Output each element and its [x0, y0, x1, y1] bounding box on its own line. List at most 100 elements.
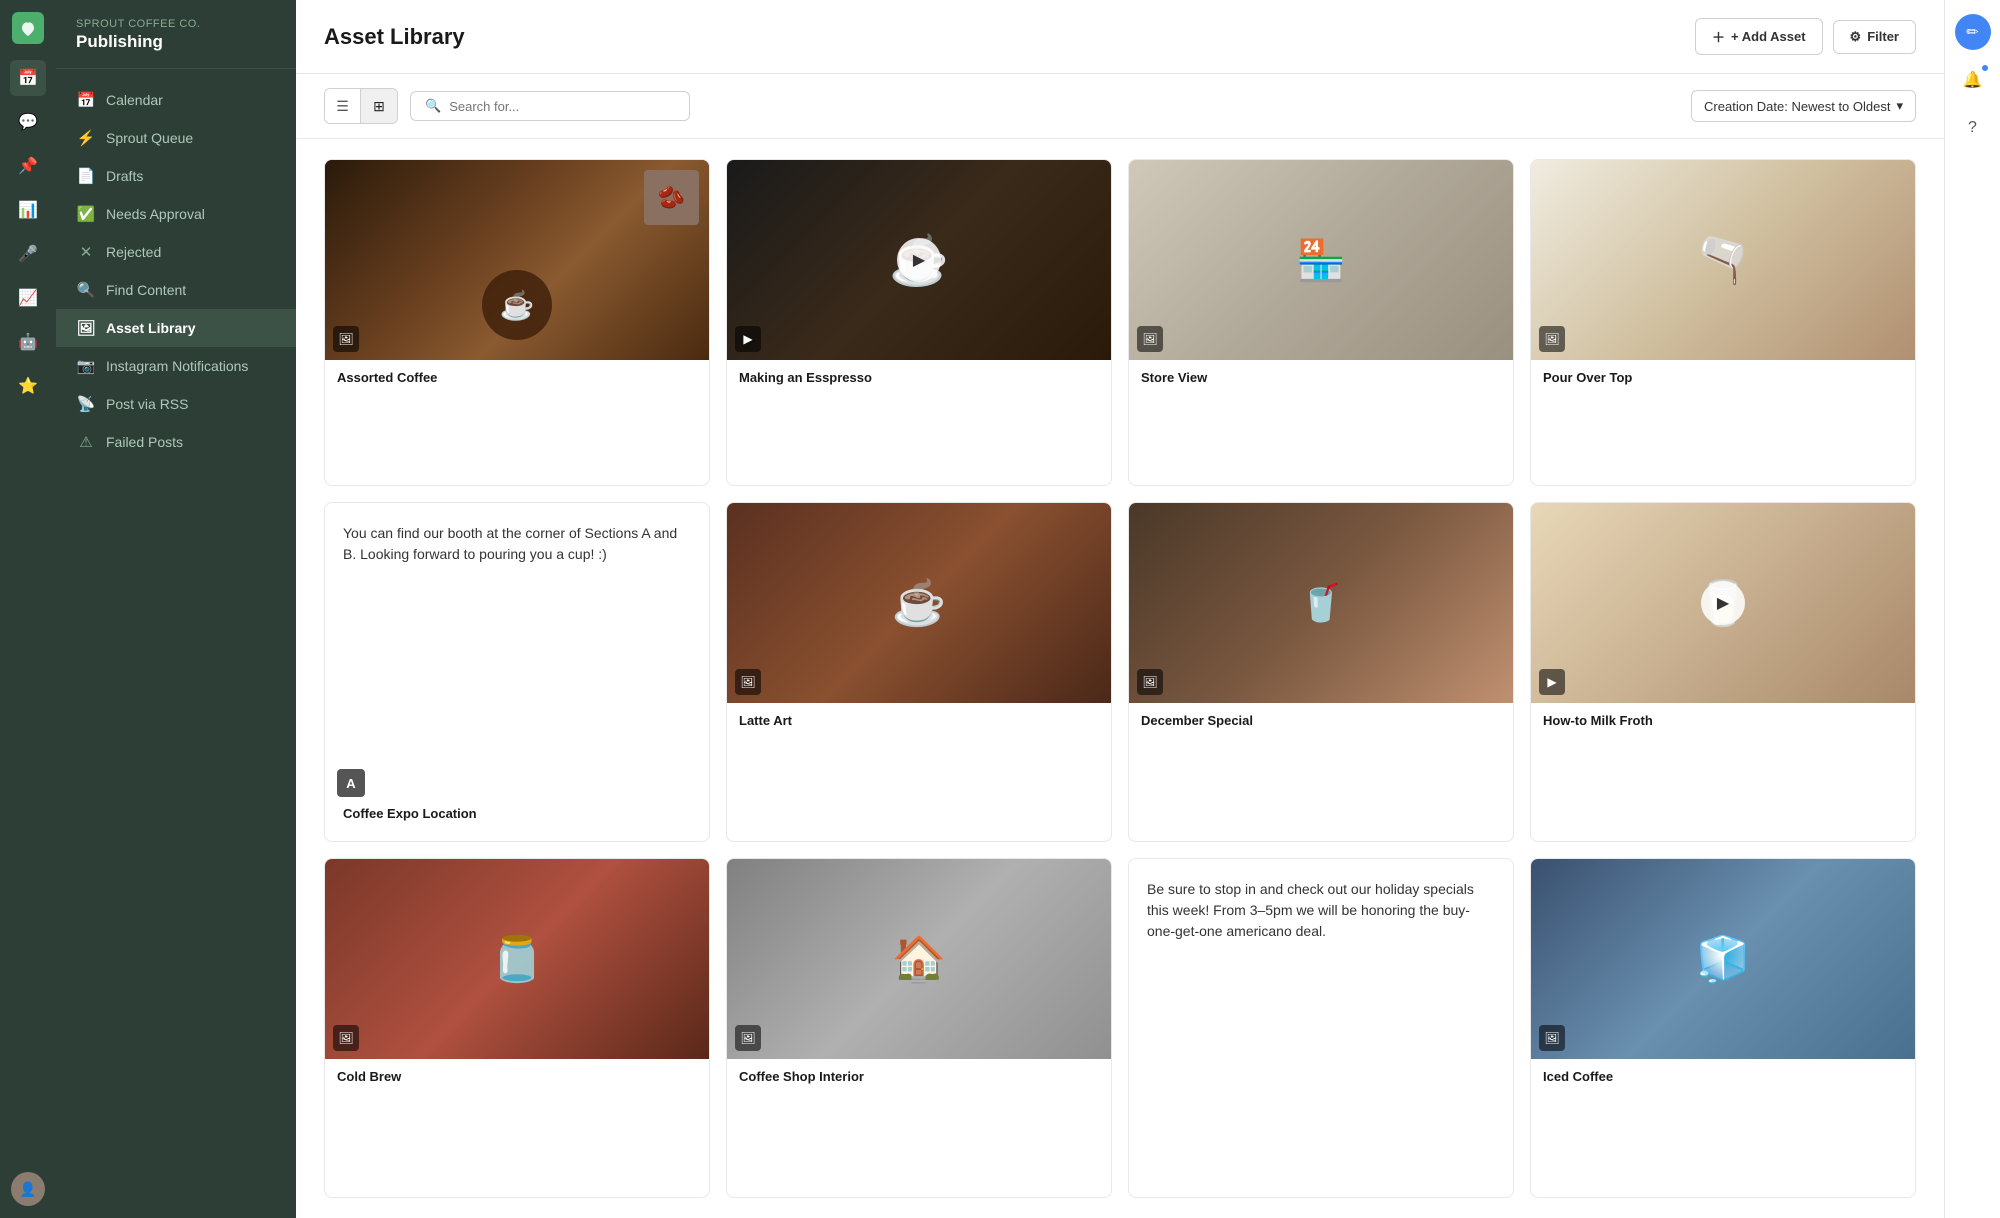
sidebar-item-label: Instagram Notifications — [106, 358, 248, 374]
find-content-icon: 🔍 — [76, 281, 96, 299]
sidebar-item-needs-approval[interactable]: ✅ Needs Approval — [56, 195, 296, 233]
approval-icon: ✅ — [76, 205, 96, 223]
nav-tasks-icon[interactable]: 📌 — [10, 148, 46, 184]
search-input[interactable] — [449, 99, 675, 114]
sidebar-item-drafts[interactable]: 📄 Drafts — [56, 157, 296, 195]
sidebar-item-instagram-notifications[interactable]: 📷 Instagram Notifications — [56, 347, 296, 385]
failed-icon: ⚠ — [76, 433, 96, 451]
asset-card[interactable]: 🫗 🖼 Pour Over Top — [1530, 159, 1916, 486]
image-type-icon: 🖼 — [333, 326, 359, 352]
main-content: Asset Library ＋ + Add Asset ⚙ Filter ☰ ⊞… — [296, 0, 1944, 1218]
asset-thumbnail: 🏠 🖼 — [727, 859, 1111, 1059]
search-box: 🔍 — [410, 91, 690, 121]
asset-thumbnail: 🥛 ▶ ▶ — [1531, 503, 1915, 703]
help-icon[interactable]: ? — [1955, 110, 1991, 146]
asset-card[interactable]: 🫙 🖼 Cold Brew — [324, 858, 710, 1198]
grid-view-button[interactable]: ⊞ — [361, 89, 397, 123]
user-avatar[interactable]: 👤 — [11, 1172, 45, 1206]
sidebar-item-label: Failed Posts — [106, 434, 183, 450]
app-logo — [12, 12, 44, 44]
queue-icon: ⚡ — [76, 129, 96, 147]
asset-card[interactable]: ☕ 🫘 🖼 Assorted Coffee — [324, 159, 710, 486]
sidebar-item-sprout-queue[interactable]: ⚡ Sprout Queue — [56, 119, 296, 157]
nav-star-icon[interactable]: ⭐ — [10, 368, 46, 404]
asset-card[interactable]: 🏪 🖼 Store View — [1128, 159, 1514, 486]
video-play-button[interactable]: ▶ — [897, 238, 941, 282]
asset-thumbnail: 🫙 🖼 — [325, 859, 709, 1059]
company-label: Sprout Coffee Co. — [76, 18, 276, 30]
icon-bar: 📅 💬 📌 📊 🎤 📈 🤖 ⭐ 👤 — [0, 0, 56, 1218]
text-type-icon: A — [337, 769, 365, 797]
asset-card[interactable]: 🥤 🖼 December Special — [1128, 502, 1514, 842]
sidebar-item-find-content[interactable]: 🔍 Find Content — [56, 271, 296, 309]
image-type-icon: 🖼 — [735, 669, 761, 695]
sidebar-item-label: Find Content — [106, 282, 186, 298]
image-type-icon: 🖼 — [1137, 326, 1163, 352]
sidebar-item-label: Drafts — [106, 168, 143, 184]
sidebar-item-post-rss[interactable]: 📡 Post via RSS — [56, 385, 296, 423]
bell-icon[interactable]: 🔔 — [1955, 62, 1991, 98]
nav-inbox-icon[interactable]: 💬 — [10, 104, 46, 140]
video-type-icon: ▶ — [735, 326, 761, 352]
sidebar-item-label: Rejected — [106, 244, 161, 260]
asset-library-icon: 🖼 — [76, 319, 96, 337]
asset-card-text[interactable]: Be sure to stop in and check out our hol… — [1128, 858, 1514, 1198]
rss-icon: 📡 — [76, 395, 96, 413]
asset-title: Coffee Expo Location — [343, 796, 691, 821]
sidebar-item-calendar[interactable]: 📅 Calendar — [56, 81, 296, 119]
asset-card[interactable]: 🏠 🖼 Coffee Shop Interior — [726, 858, 1112, 1198]
add-asset-button[interactable]: ＋ + Add Asset — [1695, 18, 1823, 55]
calendar-icon: 📅 — [76, 91, 96, 109]
search-icon: 🔍 — [425, 98, 441, 114]
sidebar-item-label: Asset Library — [106, 320, 195, 336]
video-play-button[interactable]: ▶ — [1701, 581, 1745, 625]
sidebar-item-failed-posts[interactable]: ⚠ Failed Posts — [56, 423, 296, 461]
add-icon: ＋ — [1712, 27, 1725, 46]
drafts-icon: 📄 — [76, 167, 96, 185]
image-type-icon: 🖼 — [333, 1025, 359, 1051]
nav-reports-icon[interactable]: 📊 — [10, 192, 46, 228]
asset-text-content: You can find our booth at the corner of … — [343, 523, 691, 796]
image-type-icon: 🖼 — [735, 1025, 761, 1051]
company-name: Publishing — [76, 32, 276, 52]
image-type-icon: 🖼 — [1137, 669, 1163, 695]
asset-thumbnail: 🥤 🖼 — [1129, 503, 1513, 703]
asset-title: Cold Brew — [325, 1059, 709, 1094]
sidebar-item-asset-library[interactable]: 🖼 Asset Library — [56, 309, 296, 347]
edit-button[interactable]: ✏ — [1955, 14, 1991, 50]
asset-card[interactable]: 🧊 🖼 Iced Coffee — [1530, 858, 1916, 1198]
notification-badge — [1981, 64, 1989, 72]
nav-automation-icon[interactable]: 🤖 — [10, 324, 46, 360]
asset-card[interactable]: 🥛 ▶ ▶ How-to Milk Froth — [1530, 502, 1916, 842]
asset-title: Making an Esspresso — [727, 360, 1111, 395]
sidebar-header: Sprout Coffee Co. Publishing — [56, 0, 296, 69]
asset-title: Store View — [1129, 360, 1513, 395]
rejected-icon: ✕ — [76, 243, 96, 261]
filter-label: Filter — [1867, 29, 1899, 44]
asset-thumbnail: ☕ ▶ ▶ — [727, 160, 1111, 360]
asset-card[interactable]: ☕ 🖼 Latte Art — [726, 502, 1112, 842]
list-view-button[interactable]: ☰ — [325, 89, 361, 123]
toolbar: ☰ ⊞ 🔍 Creation Date: Newest to Oldest ▾ — [296, 74, 1944, 139]
nav-analytics-icon[interactable]: 📈 — [10, 280, 46, 316]
asset-thumbnail: 🫗 🖼 — [1531, 160, 1915, 360]
image-type-icon: 🖼 — [1539, 1025, 1565, 1051]
image-type-icon: 🖼 — [1539, 326, 1565, 352]
instagram-icon: 📷 — [76, 357, 96, 375]
filter-button[interactable]: ⚙ Filter — [1833, 20, 1916, 54]
view-toggle: ☰ ⊞ — [324, 88, 398, 124]
nav-listening-icon[interactable]: 🎤 — [10, 236, 46, 272]
sidebar-item-label: Needs Approval — [106, 206, 205, 222]
nav-publishing-icon[interactable]: 📅 — [10, 60, 46, 96]
asset-title: December Special — [1129, 703, 1513, 738]
asset-card[interactable]: ☕ ▶ ▶ Making an Esspresso — [726, 159, 1112, 486]
asset-card-text[interactable]: You can find our booth at the corner of … — [324, 502, 710, 842]
asset-title: Coffee Shop Interior — [727, 1059, 1111, 1094]
asset-title: Latte Art — [727, 703, 1111, 738]
asset-thumbnail: 🏪 🖼 — [1129, 160, 1513, 360]
asset-thumbnail: ☕ 🫘 🖼 — [325, 160, 709, 360]
sort-dropdown[interactable]: Creation Date: Newest to Oldest ▾ — [1691, 90, 1916, 122]
asset-text-content: Be sure to stop in and check out our hol… — [1147, 879, 1495, 1177]
asset-title: Pour Over Top — [1531, 360, 1915, 395]
sidebar-item-rejected[interactable]: ✕ Rejected — [56, 233, 296, 271]
